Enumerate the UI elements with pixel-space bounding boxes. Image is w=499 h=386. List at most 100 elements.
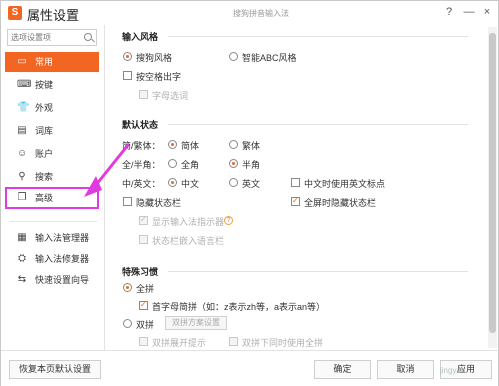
sogou-logo: S <box>8 6 22 20</box>
search-icon[interactable] <box>84 33 92 41</box>
section-divider <box>168 36 468 37</box>
radio-chinese-label: 中文 <box>181 179 200 189</box>
radio-half-width-label: 半角 <box>242 160 261 170</box>
title-bar: S 属性设置 搜狗拼音输入法 ? — × <box>1 1 498 25</box>
checkbox-fullscreen-hide-label: 全屏时隐藏状态栏 <box>304 198 377 208</box>
checkbox-letter-select-label: 字母选词 <box>152 91 189 101</box>
radio-simplified-label: 简体 <box>181 141 200 151</box>
double-scheme-button[interactable]: 双拼方案设置 <box>165 316 227 330</box>
app-name: 搜狗拼音输入法 <box>233 9 289 18</box>
wizard-icon: ⇆ <box>17 274 27 285</box>
radio-simplified[interactable] <box>168 140 177 149</box>
bottom-bar: 恢复本页默认设置 确定 取消 应用 <box>1 350 498 386</box>
help-info-icon[interactable]: ? <box>224 216 233 225</box>
checkbox-double-expand[interactable] <box>139 337 148 346</box>
close-button[interactable]: × <box>480 5 494 19</box>
sidebar-item-label: 外观 <box>35 103 54 113</box>
checkbox-en-punct[interactable] <box>291 178 300 187</box>
radio-full-width-label: 全角 <box>181 160 200 170</box>
cancel-button[interactable]: 取消 <box>377 360 434 379</box>
sidebar-item-ime-repair[interactable]: ⛭ 输入法修复器 <box>5 249 99 269</box>
checkbox-space-output[interactable] <box>123 71 132 80</box>
repair-icon: ⛭ <box>18 253 26 264</box>
settings-content: 输入风格 搜狗风格 智能ABC风格 按空格出字 字母选词 默认状态 简/繁体： … <box>108 25 486 350</box>
sidebar-item-label: 词库 <box>35 126 54 136</box>
checkbox-embed-lang-bar-label: 状态栏嵌入语言栏 <box>152 236 225 246</box>
checkbox-hide-status-bar-label: 隐藏状态栏 <box>136 198 182 208</box>
sidebar-item-keys[interactable]: ⌨ 按键 <box>5 75 99 95</box>
monitor-icon: ▭ <box>17 56 27 67</box>
checkbox-letter-select[interactable] <box>139 90 148 99</box>
help-button[interactable]: ? <box>442 5 456 19</box>
checkbox-hide-status-bar[interactable] <box>123 197 132 206</box>
sidebar-divider <box>9 221 97 222</box>
sidebar-item-advanced[interactable]: ❐ 高级 <box>5 187 99 209</box>
manager-icon: ▦ <box>17 232 27 243</box>
sidebar-search[interactable] <box>7 29 97 46</box>
section-title-input-style: 输入风格 <box>122 32 159 42</box>
sidebar-item-appearance[interactable]: 👕 外观 <box>5 98 99 118</box>
section-divider <box>168 271 468 272</box>
section-title-default-state: 默认状态 <box>122 120 159 130</box>
radio-half-width[interactable] <box>229 159 238 168</box>
label-full-half: 全/半角： <box>122 160 161 170</box>
label-simp-trad: 简/繁体： <box>122 141 161 151</box>
radio-chinese[interactable] <box>168 178 177 187</box>
checkbox-show-indicator[interactable] <box>139 215 148 225</box>
sidebar-item-label: 搜索 <box>35 172 54 182</box>
section-title-special-habits: 特殊习惯 <box>122 267 159 277</box>
radio-abc-style-label: 智能ABC风格 <box>242 53 297 63</box>
sidebar-item-label: 账户 <box>35 149 54 159</box>
radio-sogou-style-label: 搜狗风格 <box>136 53 173 63</box>
restore-defaults-button[interactable]: 恢复本页默认设置 <box>9 360 101 379</box>
radio-traditional-label: 繁体 <box>242 141 261 151</box>
sidebar-item-search[interactable]: ⚲ 搜索 <box>5 167 99 187</box>
radio-full-width[interactable] <box>168 159 177 168</box>
checkbox-fullscreen-hide[interactable] <box>291 196 300 206</box>
checkbox-double-full[interactable] <box>229 337 238 346</box>
sidebar-item-ime-manager[interactable]: ▦ 输入法管理器 <box>5 228 99 248</box>
checkbox-initials-abbrev-label: 首字母简拼（如：z表示zh等，a表示an等） <box>152 302 326 312</box>
sidebar-item-label: 输入法管理器 <box>35 233 90 243</box>
checkbox-space-output-label: 按空格出字 <box>136 72 182 82</box>
checkbox-embed-lang-bar[interactable] <box>139 235 148 244</box>
radio-full-pinyin-label: 全拼 <box>136 284 155 294</box>
radio-traditional[interactable] <box>229 140 238 149</box>
radio-double-pinyin[interactable] <box>123 319 132 328</box>
sidebar-item-label: 快速设置向导 <box>35 275 90 285</box>
content-scrollbar[interactable] <box>488 27 497 348</box>
radio-english[interactable] <box>229 178 238 187</box>
checkbox-initials-abbrev[interactable] <box>139 300 148 310</box>
radio-abc-style[interactable] <box>229 52 238 61</box>
section-divider <box>168 124 468 125</box>
settings-window: S 属性设置 搜狗拼音输入法 ? — × ▭ 常用 ⌨ 按键 👕 外观 ▤ 词库… <box>0 0 499 386</box>
checkbox-double-expand-label: 双拼展开提示 <box>152 338 207 348</box>
radio-double-pinyin-label: 双拼 <box>136 320 155 330</box>
keyboard-icon: ⌨ <box>17 79 32 90</box>
checkbox-en-punct-label: 中文时使用英文标点 <box>304 179 386 189</box>
sidebar-item-label: 按键 <box>35 80 54 90</box>
search-input[interactable] <box>11 31 81 44</box>
sidebar: ▭ 常用 ⌨ 按键 👕 外观 ▤ 词库 ☺ 账户 ⚲ 搜索 ❐ 高级 ▦ <box>1 25 105 350</box>
sidebar-item-quick-wizard[interactable]: ⇆ 快速设置向导 <box>5 270 99 290</box>
minimize-button[interactable]: — <box>462 5 476 19</box>
book-icon: ▤ <box>17 125 27 136</box>
window-title: 属性设置 <box>27 8 80 23</box>
shirt-icon: 👕 <box>17 102 30 113</box>
sidebar-item-common[interactable]: ▭ 常用 <box>5 52 99 72</box>
scrollbar-thumb[interactable] <box>489 33 496 333</box>
copy-icon: ❐ <box>17 192 27 203</box>
checkbox-double-full-label: 双拼下同时使用全拼 <box>242 338 324 348</box>
sidebar-item-dictionary[interactable]: ▤ 词库 <box>5 121 99 141</box>
label-cn-en: 中/英文： <box>122 179 161 189</box>
checkbox-show-indicator-label: 显示输入法指示器 <box>152 217 225 227</box>
radio-sogou-style[interactable] <box>123 52 132 61</box>
ok-button[interactable]: 确定 <box>314 360 371 379</box>
radio-full-pinyin[interactable] <box>123 283 132 292</box>
sidebar-item-label: 高级 <box>35 193 54 203</box>
search-icon: ⚲ <box>18 171 26 182</box>
sidebar-item-label: 常用 <box>35 57 54 67</box>
sidebar-item-account[interactable]: ☺ 账户 <box>5 144 99 164</box>
user-icon: ☺ <box>17 148 28 159</box>
radio-english-label: 英文 <box>242 179 261 189</box>
